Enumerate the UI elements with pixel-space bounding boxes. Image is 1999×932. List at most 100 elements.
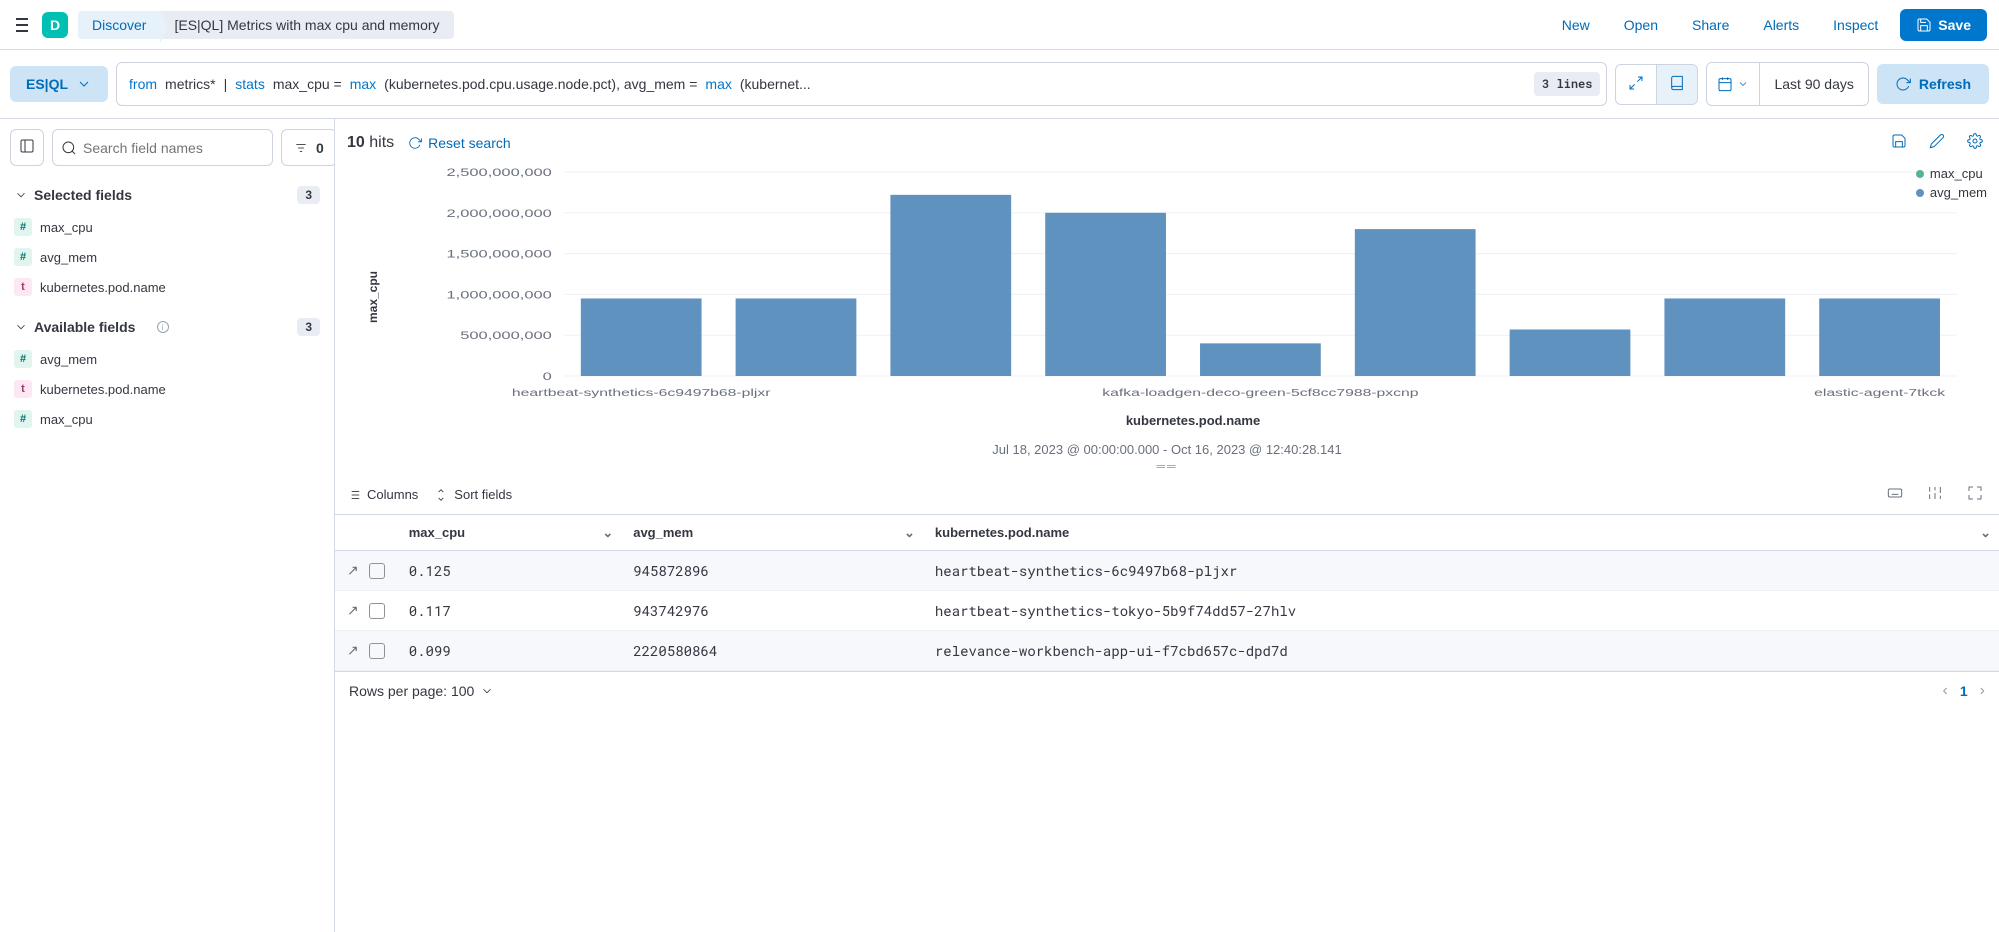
col-max-cpu[interactable]: max_cpu⌄ (397, 515, 621, 551)
field-search-input[interactable] (83, 140, 264, 156)
cell: relevance-workbench-app-ui-f7cbd657c-dpd… (923, 631, 1999, 671)
field-item[interactable]: # max_cpu (10, 212, 324, 242)
field-item[interactable]: tkubernetes.pod.name (10, 374, 324, 404)
field-name: kubernetes.pod.name (40, 382, 166, 397)
alerts-button[interactable]: Alerts (1751, 11, 1811, 39)
calendar-icon[interactable] (1707, 63, 1760, 105)
table-row[interactable]: ↗ 0.117943742976heartbeat-synthetics-toky… (335, 591, 1999, 631)
y-axis-label: max_cpu (347, 166, 399, 428)
current-page[interactable]: 1 (1960, 683, 1968, 699)
panel-icon (19, 138, 35, 154)
save-button[interactable]: Save (1900, 9, 1987, 41)
table-row[interactable]: ↗0.0992220580864relevance-workbench-app-… (335, 631, 1999, 671)
field-item[interactable]: #avg_mem (10, 344, 324, 374)
refresh-icon (408, 136, 422, 150)
book-icon (1669, 75, 1685, 91)
date-range-label[interactable]: Last 90 days (1760, 76, 1867, 92)
chart-save-button[interactable] (1887, 129, 1911, 156)
row-checkbox[interactable] (369, 563, 385, 579)
field-item[interactable]: #avg_mem (10, 242, 324, 272)
next-page-button[interactable]: › (1980, 682, 1985, 700)
gear-icon (1967, 133, 1983, 149)
breadcrumb-discover[interactable]: Discover (78, 11, 160, 39)
legend-item-max-cpu[interactable]: max_cpu (1916, 166, 1987, 181)
chart-plot[interactable]: 0500,000,0001,000,000,0001,500,000,0002,… (399, 166, 1987, 406)
svg-text:500,000,000: 500,000,000 (460, 329, 552, 342)
chart-edit-button[interactable] (1925, 129, 1949, 156)
cell: 0.099 (397, 631, 621, 671)
refresh-button[interactable]: Refresh (1877, 64, 1989, 104)
save-icon (1916, 17, 1932, 33)
chart-legend: max_cpu avg_mem (1916, 166, 1987, 204)
display-options-button[interactable] (1923, 481, 1947, 508)
date-picker[interactable]: Last 90 days (1706, 62, 1868, 106)
sort-icon (434, 488, 448, 502)
x-axis-label: kubernetes.pod.name (399, 413, 1987, 428)
chart-settings-button[interactable] (1963, 129, 1987, 156)
query-input[interactable]: from metrics* | stats max_cpu = max(kube… (116, 62, 1607, 106)
query-help-button[interactable] (1657, 65, 1697, 104)
info-icon[interactable]: i (157, 321, 169, 333)
new-button[interactable]: New (1550, 11, 1602, 39)
number-type-icon: # (14, 218, 32, 236)
cell: 0.117 (397, 591, 621, 631)
keyboard-shortcuts-button[interactable] (1883, 481, 1907, 508)
field-name: max_cpu (40, 412, 93, 427)
field-item[interactable]: #max_cpu (10, 404, 324, 434)
expand-query-button[interactable] (1616, 65, 1657, 104)
number-type-icon: # (14, 350, 32, 368)
cell: 943742976 (621, 591, 923, 631)
available-fields-header[interactable]: Available fields i 3 (10, 310, 324, 344)
field-name: max_cpu (40, 220, 93, 235)
inspect-button[interactable]: Inspect (1821, 11, 1890, 39)
field-search[interactable] (52, 129, 273, 166)
svg-text:kafka-loadgen-deco-green-5cf8c: kafka-loadgen-deco-green-5cf8cc7988-pxcn… (1102, 387, 1418, 399)
rows-per-page-button[interactable]: Rows per page: 100 (349, 683, 494, 699)
svg-text:1,500,000,000: 1,500,000,000 (447, 247, 553, 260)
chart: max_cpu 0500,000,0001,000,000,0001,500,0… (335, 166, 1999, 436)
save-icon (1891, 133, 1907, 149)
share-button[interactable]: Share (1680, 11, 1741, 39)
breadcrumb: Discover [ES|QL] Metrics with max cpu an… (78, 11, 454, 39)
table-row[interactable]: ↗0.125945872896heartbeat-synthetics-6c94… (335, 551, 1999, 591)
chart-resizer[interactable]: ══ (335, 457, 1999, 475)
reset-search-button[interactable]: Reset search (408, 135, 510, 151)
fullscreen-icon (1967, 485, 1983, 501)
expand-row-icon[interactable]: ↗ (347, 602, 359, 619)
query-bar: ES|QL from metrics* | stats max_cpu = ma… (0, 50, 1999, 119)
chevron-down-icon[interactable]: ⌄ (904, 525, 915, 541)
prev-page-button[interactable]: ‹ (1943, 682, 1948, 700)
chevron-down-icon (1737, 78, 1749, 90)
chevron-down-icon[interactable]: ⌄ (602, 525, 613, 541)
results-table: max_cpu⌄ avg_mem⌄ kubernetes.pod.name⌄ ↗… (335, 514, 1999, 671)
legend-item-avg-mem[interactable]: avg_mem (1916, 185, 1987, 200)
chevron-down-icon[interactable]: ⌄ (1980, 525, 1991, 541)
open-button[interactable]: Open (1612, 11, 1670, 39)
col-avg-mem[interactable]: avg_mem⌄ (621, 515, 923, 551)
results-panel: 10 hits Reset search max_cpu 0500,000,00… (335, 119, 1999, 932)
cell: heartbeat-synthetics-tokyo-5b9f74dd57-27… (923, 591, 1999, 631)
field-item[interactable]: tkubernetes.pod.name (10, 272, 324, 302)
menu-icon[interactable] (12, 10, 32, 40)
sidebar-toggle-button[interactable] (10, 129, 44, 166)
row-checkbox[interactable] (369, 643, 385, 659)
chevron-down-icon (480, 684, 494, 698)
app-logo[interactable]: D (42, 12, 68, 38)
fullscreen-button[interactable] (1963, 481, 1987, 508)
list-icon (347, 488, 361, 502)
svg-text:heartbeat-synthetics-6c9497b68: heartbeat-synthetics-6c9497b68-pljxr (512, 387, 771, 399)
field-filter-button[interactable]: 0 (281, 129, 335, 166)
selected-fields-header[interactable]: Selected fields 3 (10, 178, 324, 212)
expand-row-icon[interactable]: ↗ (347, 642, 359, 659)
columns-button[interactable]: Columns (347, 487, 418, 502)
number-type-icon: # (14, 248, 32, 266)
row-checkbox[interactable] (369, 603, 385, 619)
expand-row-icon[interactable]: ↗ (347, 562, 359, 579)
col-pod-name[interactable]: kubernetes.pod.name⌄ (923, 515, 1999, 551)
query-mode-button[interactable]: ES|QL (10, 66, 108, 102)
sort-button[interactable]: Sort fields (434, 487, 512, 502)
svg-text:0: 0 (543, 370, 552, 383)
sliders-icon (1927, 485, 1943, 501)
pencil-icon (1929, 133, 1945, 149)
pager: ‹ 1 › (1943, 682, 1985, 700)
